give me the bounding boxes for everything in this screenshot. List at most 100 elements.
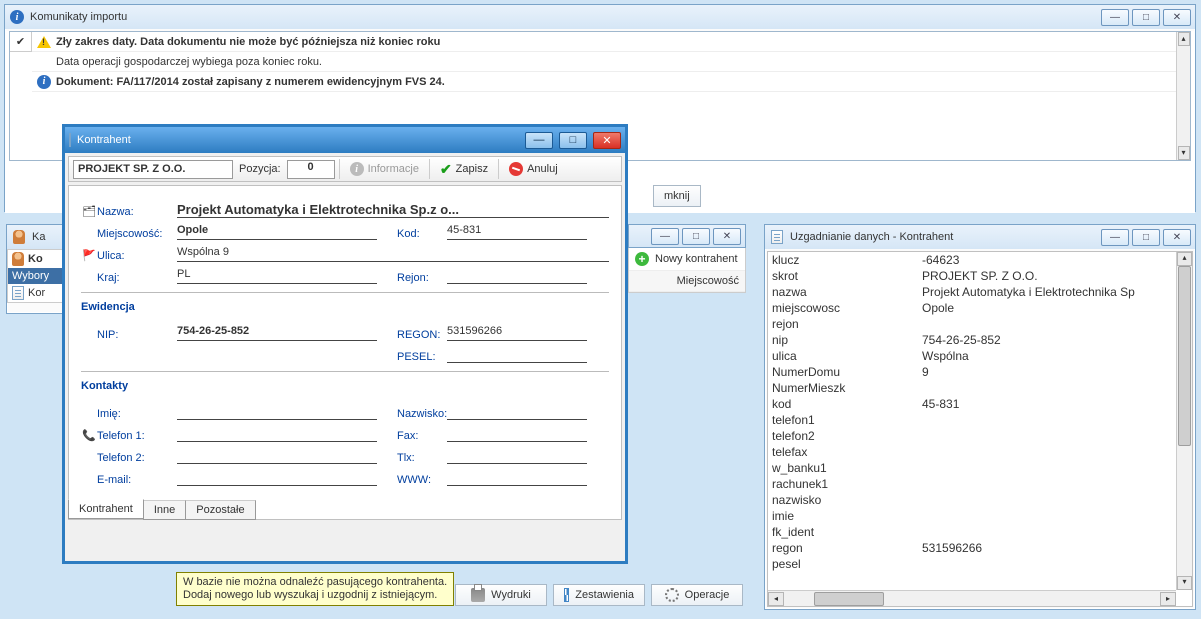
nip-field[interactable]: 754-26-25-852 — [177, 325, 377, 341]
table-row[interactable]: NumerMieszk — [768, 380, 1192, 396]
kod-field[interactable]: 45-831 — [447, 224, 587, 240]
table-row[interactable]: nip754-26-25-852 — [768, 332, 1192, 348]
scroll-right-icon[interactable]: ▸ — [1160, 592, 1176, 606]
table-row[interactable]: nazwisko — [768, 492, 1192, 508]
message-row[interactable]: Zły zakres daty. Data dokumentu nie może… — [32, 32, 1176, 52]
ulica-label: Ulica: — [97, 250, 177, 262]
person-icon — [11, 229, 27, 245]
table-row[interactable]: NumerDomu9 — [768, 364, 1192, 380]
kontrahent-name-field[interactable]: PROJEKT SP. Z O.O. — [73, 160, 233, 179]
email-field[interactable] — [177, 470, 377, 486]
check-all[interactable]: ✔ — [10, 32, 32, 52]
tel2-field[interactable] — [177, 448, 377, 464]
maximize-button[interactable]: □ — [1132, 9, 1160, 26]
informacje-button[interactable]: iInformacje — [344, 160, 425, 178]
key-cell: pesel — [768, 556, 918, 572]
anuluj-button[interactable]: Anuluj — [503, 160, 564, 178]
close-button[interactable]: ✕ — [713, 228, 741, 245]
maximize-button[interactable]: □ — [559, 132, 587, 149]
value-cell — [918, 508, 1192, 524]
scroll-left-icon[interactable]: ◂ — [768, 592, 784, 606]
close-button[interactable]: ✕ — [1163, 229, 1191, 246]
left-item-ko[interactable]: Ko — [8, 250, 66, 268]
value-cell: Opole — [918, 300, 1192, 316]
left-item-selected[interactable]: Wybory — [8, 268, 66, 284]
miejscowosc-column-header[interactable]: Miejscowość — [629, 271, 745, 292]
operacje-button[interactable]: Operacje — [651, 584, 743, 606]
key-cell: miejscowosc — [768, 300, 918, 316]
nazwa-field[interactable]: Projekt Automatyka i Elektrotechnika Sp.… — [177, 202, 609, 218]
zapisz-button[interactable]: ✔Zapisz — [434, 159, 494, 180]
table-row[interactable]: regon531596266 — [768, 540, 1192, 556]
pozycja-field[interactable]: 0 — [287, 160, 335, 179]
miejscowosc-field[interactable]: Opole — [177, 224, 377, 240]
minimize-button[interactable]: — — [1101, 9, 1129, 26]
rejon-field[interactable] — [447, 268, 587, 284]
pesel-label: PESEL: — [397, 351, 447, 363]
scrollbar-thumb[interactable] — [814, 592, 884, 606]
scroll-up-icon[interactable]: ▴ — [1177, 252, 1192, 266]
minimize-button[interactable]: — — [1101, 229, 1129, 246]
left-panel-titlebar[interactable]: Ka — [7, 225, 67, 249]
imie-field[interactable] — [177, 404, 377, 420]
scroll-down-icon[interactable]: ▾ — [1177, 576, 1192, 590]
minimize-button[interactable]: — — [525, 132, 553, 149]
table-row[interactable]: kod45-831 — [768, 396, 1192, 412]
scrollbar-thumb[interactable] — [1178, 266, 1191, 446]
value-cell: Projekt Automatyka i Elektrotechnika Sp — [918, 284, 1192, 300]
minimize-button[interactable]: — — [651, 228, 679, 245]
message-row[interactable]: Data operacji gospodarczej wybiega poza … — [32, 52, 1176, 72]
table-row[interactable]: rejon — [768, 316, 1192, 332]
scroll-up-icon[interactable]: ▴ — [1178, 32, 1190, 46]
kontrahent-titlebar[interactable]: Kontrahent — □ ✕ — [65, 127, 625, 153]
maximize-button[interactable]: □ — [1132, 229, 1160, 246]
tab-pozostale[interactable]: Pozostałe — [185, 500, 255, 520]
table-row[interactable]: fk_ident — [768, 524, 1192, 540]
nazwisko-field[interactable] — [447, 404, 587, 420]
table-row[interactable]: nazwaProjekt Automatyka i Elektrotechnik… — [768, 284, 1192, 300]
ulica-field[interactable]: Wspólna 9 — [177, 246, 609, 262]
reconcile-titlebar[interactable]: Uzgadnianie danych - Kontrahent — □ ✕ — [765, 225, 1195, 249]
close-button[interactable]: ✕ — [1163, 9, 1191, 26]
kraj-field[interactable]: PL — [177, 268, 377, 284]
horizontal-scrollbar[interactable]: ◂ ▸ — [768, 590, 1176, 606]
www-field[interactable] — [447, 470, 587, 486]
tab-kontrahent[interactable]: Kontrahent — [68, 499, 144, 519]
nowy-kontrahent-button[interactable]: + Nowy kontrahent — [629, 248, 745, 271]
table-row[interactable]: skrotPROJEKT SP. Z O.O. — [768, 268, 1192, 284]
zestawienia-button[interactable]: Zestawienia — [553, 584, 645, 606]
table-row[interactable]: telefon2 — [768, 428, 1192, 444]
table-row[interactable]: imie — [768, 508, 1192, 524]
wydruki-button[interactable]: Wydruki — [455, 584, 547, 606]
import-title: Komunikaty importu — [30, 11, 1096, 23]
tab-inne[interactable]: Inne — [143, 500, 186, 520]
table-row[interactable]: klucz-64623 — [768, 252, 1192, 268]
table-row[interactable]: pesel — [768, 556, 1192, 572]
maximize-button[interactable]: □ — [682, 228, 710, 245]
table-row[interactable]: w_banku1 — [768, 460, 1192, 476]
table-row[interactable]: miejscowoscOpole — [768, 300, 1192, 316]
tlx-field[interactable] — [447, 448, 587, 464]
vertical-scrollbar[interactable]: ▴ ▾ — [1176, 252, 1192, 590]
key-cell: nazwisko — [768, 492, 918, 508]
table-row[interactable]: rachunek1 — [768, 476, 1192, 492]
message-row[interactable]: iDokument: FA/117/2014 został zapisany z… — [32, 72, 1176, 92]
close-button[interactable]: ✕ — [593, 132, 621, 149]
tel1-field[interactable] — [177, 426, 377, 442]
value-cell — [918, 556, 1192, 572]
left-panel-window: Ka Ko Wybory Kor — [6, 224, 68, 314]
pesel-field[interactable] — [447, 347, 587, 363]
grid-scrollbar[interactable]: ▴ ▾ — [1176, 32, 1190, 160]
close-messages-button-partial[interactable]: mknij — [653, 185, 701, 207]
table-row[interactable]: telefax — [768, 444, 1192, 460]
regon-field[interactable]: 531596266 — [447, 325, 587, 341]
import-titlebar[interactable]: i Komunikaty importu — □ ✕ — [5, 5, 1195, 29]
fax-field[interactable] — [447, 426, 587, 442]
table-row[interactable]: telefon1 — [768, 412, 1192, 428]
scroll-down-icon[interactable]: ▾ — [1178, 146, 1190, 160]
key-cell: ulica — [768, 348, 918, 364]
table-row[interactable]: ulicaWspólna — [768, 348, 1192, 364]
left-item-kor[interactable]: Kor — [8, 284, 66, 302]
value-cell — [918, 492, 1192, 508]
miejscowosc-label: Miejscowość: — [97, 228, 177, 240]
